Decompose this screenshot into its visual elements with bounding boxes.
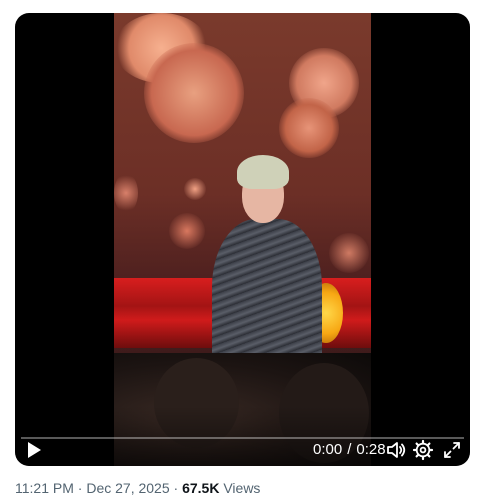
performer-hair (237, 155, 289, 189)
time-separator: / (347, 441, 352, 458)
volume-icon[interactable] (385, 439, 407, 461)
post-time[interactable]: 11:21 PM (15, 480, 74, 496)
fullscreen-icon[interactable] (441, 439, 463, 461)
bokeh-light (144, 43, 244, 143)
video-frame[interactable] (114, 13, 371, 466)
current-time: 0:00 (313, 441, 343, 458)
bokeh-light (184, 178, 206, 200)
views-label: Views (223, 480, 261, 496)
time-display: 0:00/0:28 (313, 440, 386, 460)
bokeh-light (169, 213, 205, 249)
post-meta: 11:21 PM · Dec 27, 2025 · 67.5K Views (15, 478, 260, 498)
meta-separator: · (77, 480, 83, 496)
views-count: 67.5K (182, 480, 220, 496)
bokeh-light (279, 98, 339, 158)
video-player[interactable]: 0:00/0:28 (15, 13, 470, 466)
bokeh-light (114, 173, 138, 213)
gear-icon[interactable] (412, 439, 434, 461)
play-icon[interactable] (26, 441, 42, 459)
post-date[interactable]: Dec 27, 2025 (86, 480, 169, 496)
bokeh-light (329, 233, 369, 273)
duration: 0:28 (356, 441, 386, 458)
meta-separator: · (173, 480, 179, 496)
